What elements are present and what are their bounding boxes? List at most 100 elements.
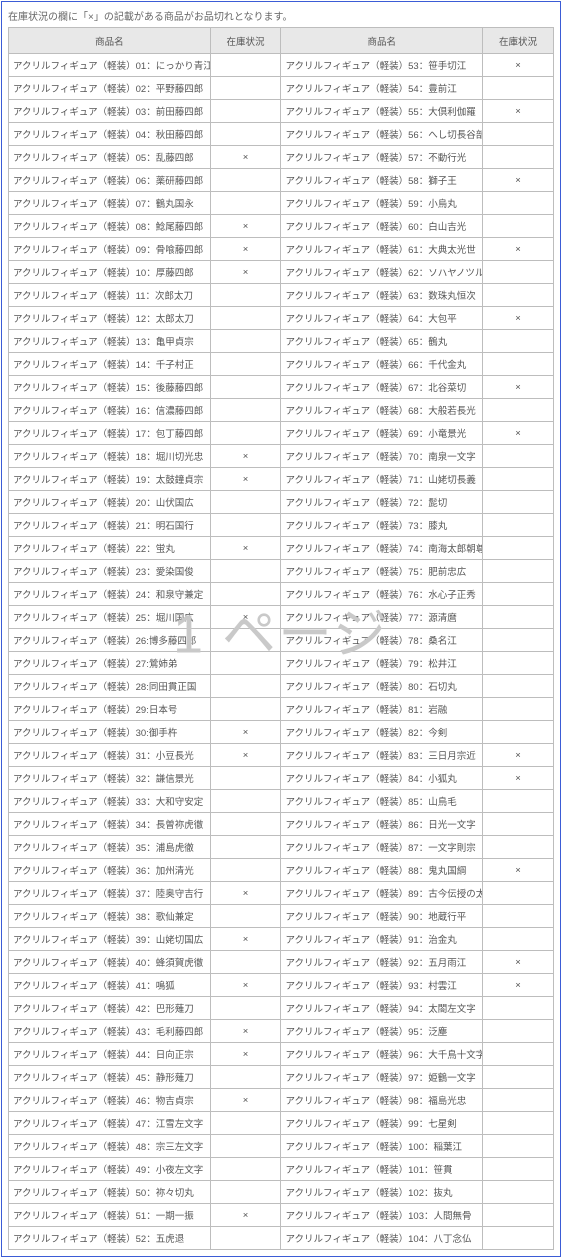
product-name-cell: アクリルフィギュア（軽装）61：大典太光世 — [281, 238, 483, 261]
product-name-cell: アクリルフィギュア（軽装）99：七星剣 — [281, 1112, 483, 1135]
stock-status-cell — [210, 54, 281, 77]
stock-status-cell — [483, 675, 554, 698]
product-name-cell: アクリルフィギュア（軽装）63：数珠丸恒次 — [281, 284, 483, 307]
stock-status-cell: × — [210, 928, 281, 951]
stock-status-cell: × — [483, 100, 554, 123]
stock-status-cell — [483, 790, 554, 813]
product-name-cell: アクリルフィギュア（軽装）28:同田貫正国 — [9, 675, 211, 698]
product-name-cell: アクリルフィギュア（軽装）101：笹貫 — [281, 1158, 483, 1181]
stock-note: 在庫状況の欄に「×」の記載がある商品がお品切れとなります。 — [8, 8, 554, 23]
stock-status-cell: × — [483, 951, 554, 974]
stock-status-cell — [483, 629, 554, 652]
table-row: アクリルフィギュア（軽装）43：毛利藤四郎×アクリルフィギュア（軽装）95：泛塵 — [9, 1020, 554, 1043]
product-name-cell: アクリルフィギュア（軽装）02：平野藤四郎 — [9, 77, 211, 100]
product-name-cell: アクリルフィギュア（軽装）34：長曽祢虎徹 — [9, 813, 211, 836]
stock-status-cell — [210, 767, 281, 790]
table-row: アクリルフィギュア（軽装）24：和泉守兼定アクリルフィギュア（軽装）76：水心子… — [9, 583, 554, 606]
table-row: アクリルフィギュア（軽装）44：日向正宗×アクリルフィギュア（軽装）96：大千鳥… — [9, 1043, 554, 1066]
product-name-cell: アクリルフィギュア（軽装）97：姫鶴一文字 — [281, 1066, 483, 1089]
stock-status-cell: × — [210, 468, 281, 491]
product-name-cell: アクリルフィギュア（軽装）96：大千鳥十文字槍 — [281, 1043, 483, 1066]
stock-status-cell — [483, 1181, 554, 1204]
product-name-cell: アクリルフィギュア（軽装）68：大般若長光 — [281, 399, 483, 422]
product-name-cell: アクリルフィギュア（軽装）79：松井江 — [281, 652, 483, 675]
table-row: アクリルフィギュア（軽装）41：鳴狐×アクリルフィギュア（軽装）93：村雲江× — [9, 974, 554, 997]
table-row: アクリルフィギュア（軽装）19：太鼓鐘貞宗×アクリルフィギュア（軽装）71：山姥… — [9, 468, 554, 491]
stock-status-cell — [210, 652, 281, 675]
product-name-cell: アクリルフィギュア（軽装）54：豊前江 — [281, 77, 483, 100]
table-row: アクリルフィギュア（軽装）12：太郎太刀アクリルフィギュア（軽装）64：大包平× — [9, 307, 554, 330]
table-row: アクリルフィギュア（軽装）08：鯰尾藤四郎×アクリルフィギュア（軽装）60：白山… — [9, 215, 554, 238]
product-name-cell: アクリルフィギュア（軽装）26:博多藤四郎 — [9, 629, 211, 652]
table-row: アクリルフィギュア（軽装）26:博多藤四郎アクリルフィギュア（軽装）78：桑名江 — [9, 629, 554, 652]
product-name-cell: アクリルフィギュア（軽装）55：大倶利伽羅 — [281, 100, 483, 123]
stock-status-cell — [483, 1135, 554, 1158]
product-name-cell: アクリルフィギュア（軽装）18：堀川切光忠 — [9, 445, 211, 468]
product-name-cell: アクリルフィギュア（軽装）17：包丁藤四郎 — [9, 422, 211, 445]
product-name-cell: アクリルフィギュア（軽装）12：太郎太刀 — [9, 307, 211, 330]
stock-status-cell — [210, 997, 281, 1020]
stock-status-cell — [210, 514, 281, 537]
stock-status-cell — [210, 1135, 281, 1158]
table-row: アクリルフィギュア（軽装）27:鶯姉弟アクリルフィギュア（軽装）79：松井江 — [9, 652, 554, 675]
header-stock-right: 在庫状況 — [483, 28, 554, 54]
stock-status-cell: × — [483, 376, 554, 399]
product-name-cell: アクリルフィギュア（軽装）102：抜丸 — [281, 1181, 483, 1204]
table-row: アクリルフィギュア（軽装）10：厚藤四郎×アクリルフィギュア（軽装）62：ソハヤ… — [9, 261, 554, 284]
product-name-cell: アクリルフィギュア（軽装）36：加州清光 — [9, 859, 211, 882]
product-name-cell: アクリルフィギュア（軽装）80：石切丸 — [281, 675, 483, 698]
stock-status-cell — [210, 560, 281, 583]
product-name-cell: アクリルフィギュア（軽装）37：陸奥守吉行 — [9, 882, 211, 905]
table-row: アクリルフィギュア（軽装）04：秋田藤四郎アクリルフィギュア（軽装）56：へし切… — [9, 123, 554, 146]
stock-status-cell — [483, 652, 554, 675]
stock-status-cell — [483, 284, 554, 307]
stock-status-cell — [483, 928, 554, 951]
product-name-cell: アクリルフィギュア（軽装）77：源清麿 — [281, 606, 483, 629]
product-name-cell: アクリルフィギュア（軽装）57：不動行光 — [281, 146, 483, 169]
stock-status-cell — [483, 721, 554, 744]
stock-status-cell: × — [210, 146, 281, 169]
table-row: アクリルフィギュア（軽装）38：歌仙兼定アクリルフィギュア（軽装）90：地蔵行平 — [9, 905, 554, 928]
product-name-cell: アクリルフィギュア（軽装）98：福島光忠 — [281, 1089, 483, 1112]
table-row: アクリルフィギュア（軽装）14：千子村正アクリルフィギュア（軽装）66：千代金丸 — [9, 353, 554, 376]
product-name-cell: アクリルフィギュア（軽装）52：五虎退 — [9, 1227, 211, 1250]
stock-status-cell — [483, 1227, 554, 1250]
product-name-cell: アクリルフィギュア（軽装）91：治金丸 — [281, 928, 483, 951]
product-name-cell: アクリルフィギュア（軽装）13：亀甲貞宗 — [9, 330, 211, 353]
stock-status-cell — [483, 1204, 554, 1227]
stock-status-cell: × — [210, 606, 281, 629]
stock-status-cell — [210, 123, 281, 146]
product-name-cell: アクリルフィギュア（軽装）21：明石国行 — [9, 514, 211, 537]
stock-status-cell — [210, 330, 281, 353]
stock-status-cell — [210, 675, 281, 698]
stock-status-cell — [483, 399, 554, 422]
stock-status-cell — [210, 698, 281, 721]
product-name-cell: アクリルフィギュア（軽装）20：山伏国広 — [9, 491, 211, 514]
product-name-cell: アクリルフィギュア（軽装）93：村雲江 — [281, 974, 483, 997]
stock-status-cell — [210, 491, 281, 514]
table-row: アクリルフィギュア（軽装）50：祢々切丸アクリルフィギュア（軽装）102：抜丸 — [9, 1181, 554, 1204]
stock-status-cell — [483, 1158, 554, 1181]
stock-status-cell — [483, 997, 554, 1020]
product-name-cell: アクリルフィギュア（軽装）104：八丁念仏 — [281, 1227, 483, 1250]
table-row: アクリルフィギュア（軽装）17：包丁藤四郎アクリルフィギュア（軽装）69：小竜景… — [9, 422, 554, 445]
stock-status-cell: × — [210, 537, 281, 560]
stock-status-cell: × — [210, 974, 281, 997]
stock-status-cell — [483, 491, 554, 514]
stock-status-cell: × — [210, 744, 281, 767]
product-name-cell: アクリルフィギュア（軽装）90：地蔵行平 — [281, 905, 483, 928]
product-name-cell: アクリルフィギュア（軽装）41：鳴狐 — [9, 974, 211, 997]
product-name-cell: アクリルフィギュア（軽装）70：南泉一文字 — [281, 445, 483, 468]
product-name-cell: アクリルフィギュア（軽装）100：稲葉江 — [281, 1135, 483, 1158]
inventory-table: 商品名 在庫状況 商品名 在庫状況 アクリルフィギュア（軽装）01：にっかり青江… — [8, 27, 554, 1250]
stock-status-cell — [210, 836, 281, 859]
table-body: アクリルフィギュア（軽装）01：にっかり青江アクリルフィギュア（軽装）53：笹手… — [9, 54, 554, 1250]
product-name-cell: アクリルフィギュア（軽装）62：ソハヤノツルキ — [281, 261, 483, 284]
table-row: アクリルフィギュア（軽装）42：巴形薙刀アクリルフィギュア（軽装）94：太閤左文… — [9, 997, 554, 1020]
product-name-cell: アクリルフィギュア（軽装）10：厚藤四郎 — [9, 261, 211, 284]
stock-status-cell — [483, 215, 554, 238]
stock-status-cell — [210, 1181, 281, 1204]
table-row: アクリルフィギュア（軽装）35：浦島虎徹アクリルフィギュア（軽装）87：一文字則… — [9, 836, 554, 859]
product-name-cell: アクリルフィギュア（軽装）29:日本号 — [9, 698, 211, 721]
product-name-cell: アクリルフィギュア（軽装）39：山姥切国広 — [9, 928, 211, 951]
